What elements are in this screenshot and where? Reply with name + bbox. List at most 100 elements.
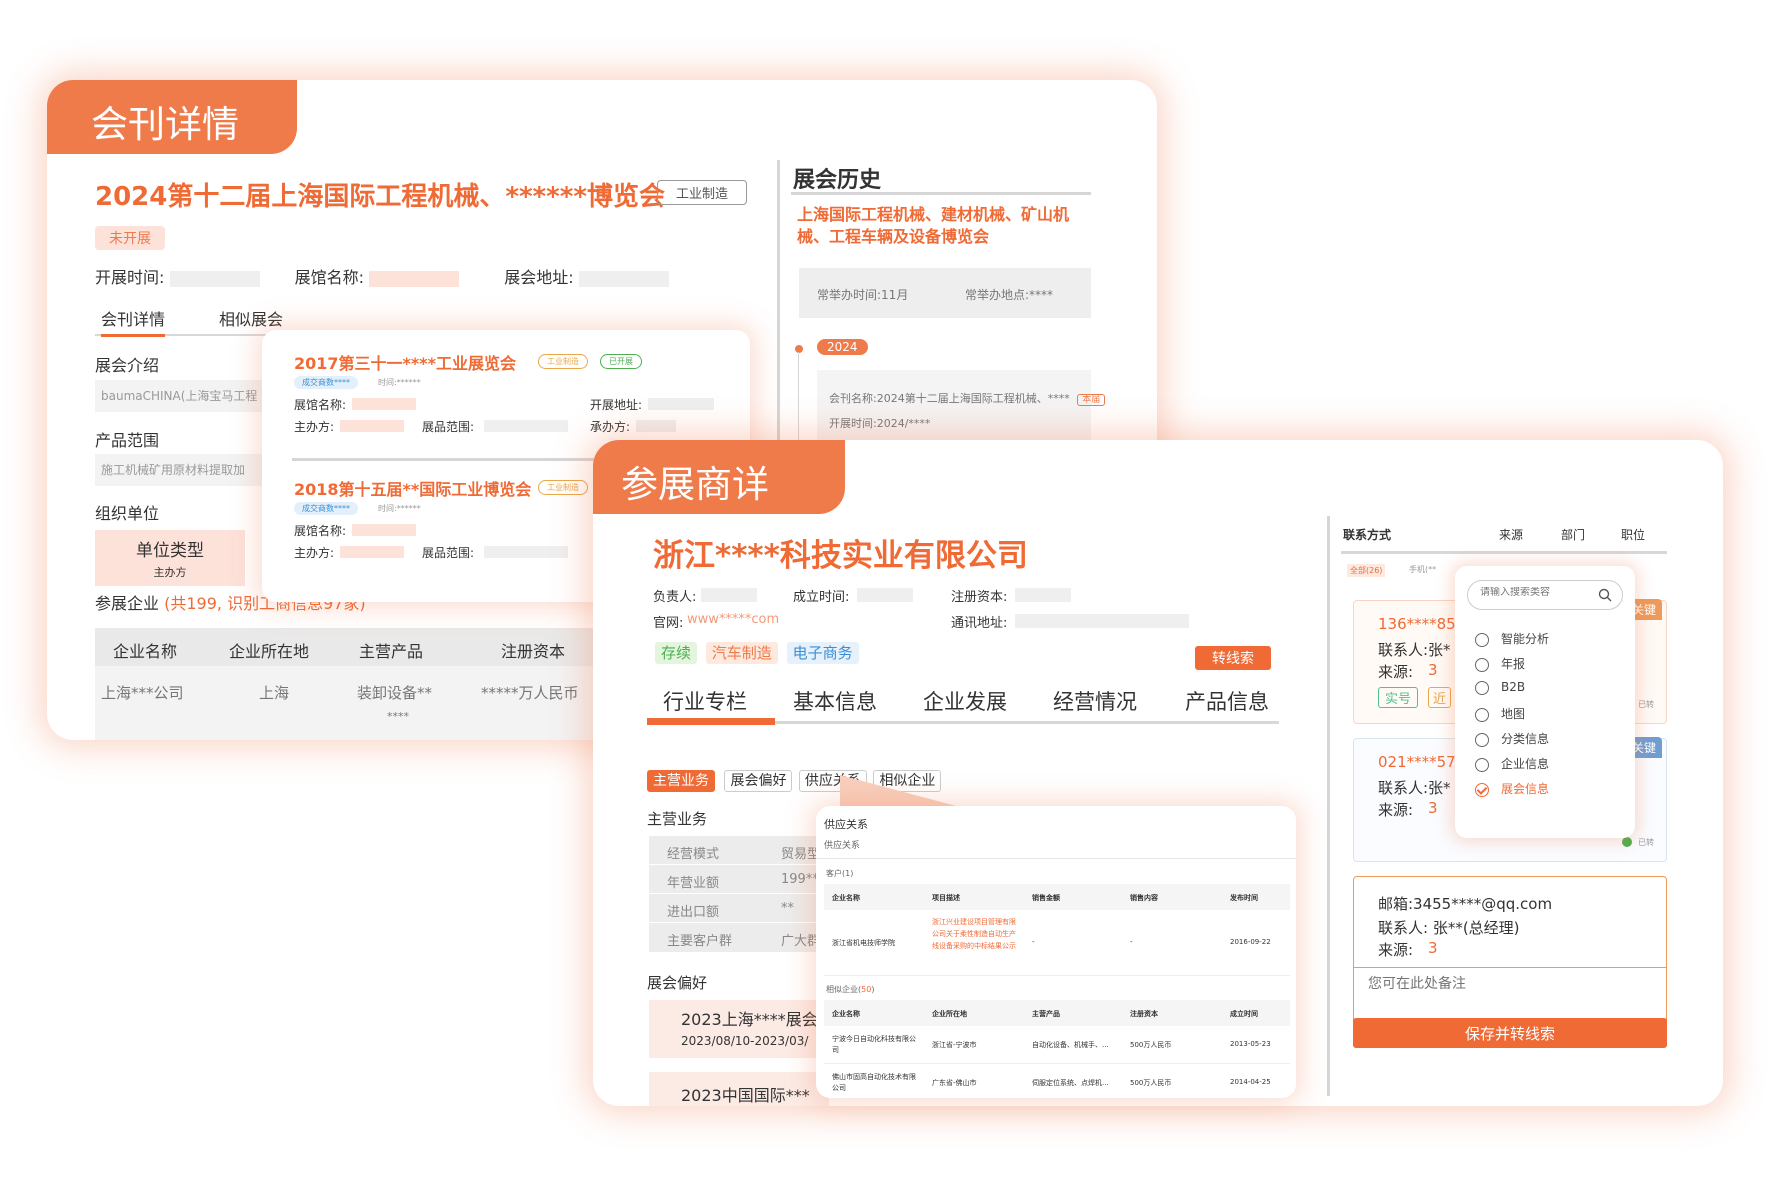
- open-addr-label: 开展地址:: [590, 398, 643, 412]
- field-time-label: 开展时间:: [95, 268, 165, 287]
- similar-expo-title[interactable]: 2018第十五届**国际工业博览会: [294, 476, 531, 500]
- org-type-label: 单位类型: [136, 541, 204, 561]
- radio-icon: [1475, 707, 1489, 722]
- contact-source-count: 3: [1428, 661, 1438, 679]
- email-source-label: 来源:: [1378, 941, 1414, 959]
- scope-label: 展品范围:: [422, 420, 475, 434]
- source-caret: [1513, 558, 1529, 566]
- main-tabs: 行业专栏 基本信息 企业发展 经营情况 产品信息: [647, 674, 1279, 725]
- owner-label: 负责人:: [653, 590, 697, 605]
- dropdown-options: 智能分析 年报 B2B 地图 分类信息 企业信息 展会信息: [1475, 630, 1549, 805]
- field-address-label: 展会地址:: [504, 268, 574, 287]
- venue-value: [352, 398, 416, 410]
- option-map[interactable]: 地图: [1475, 705, 1549, 730]
- subtab-business[interactable]: 主营业务: [647, 770, 715, 792]
- tab-similar-expo[interactable]: 相似展会: [219, 306, 283, 330]
- host-label: 主办方:: [294, 546, 335, 560]
- pref-item[interactable]: 2023上海****展会 2023/08/10-2023/03/: [649, 1000, 829, 1058]
- similar-label: 相似企业(50): [826, 985, 875, 994]
- contact-person: 联系人:张*: [1378, 779, 1451, 797]
- dropdown-search-input[interactable]: [1480, 587, 1590, 598]
- history-expo-name: 上海国际工程机械、建材机械、矿山机械、工程车辆及设备博览会: [797, 205, 1070, 246]
- status-badge: 未开展: [95, 226, 165, 250]
- option-annual-report[interactable]: 年报: [1475, 655, 1549, 680]
- filter-all[interactable]: 全部(26): [1347, 564, 1386, 577]
- convert-lead-button[interactable]: 转线索: [1195, 646, 1271, 670]
- similar-table: 企业名称 企业所在地 主营产品 注册资本 成立时间 宁波今日自动化科技有限公司 …: [824, 1000, 1290, 1098]
- tab-expo-detail[interactable]: 会刊详情: [101, 306, 166, 337]
- col-dept[interactable]: 部门: [1561, 526, 1585, 543]
- converted-status: 已转: [1638, 838, 1654, 847]
- address-value: [1015, 614, 1189, 628]
- save-convert-button[interactable]: 保存并转线索: [1353, 1018, 1667, 1048]
- contacts-divider: [1327, 516, 1330, 1096]
- founded-value: [857, 588, 913, 602]
- cell-location: 上海: [259, 684, 290, 702]
- option-b2b[interactable]: B2B: [1475, 680, 1549, 705]
- company-tags: 存续 汽车制造 电子商务: [655, 642, 859, 664]
- biz-row: 主要客户群 广大群: [649, 923, 829, 952]
- table-row[interactable]: 上海***公司 上海 装卸设备** **** *****万人民币: [95, 666, 635, 740]
- col-source[interactable]: 来源: [1499, 526, 1523, 543]
- tab-industry[interactable]: 行业专栏: [663, 686, 747, 716]
- radio-icon: [1475, 680, 1489, 695]
- supply-title: 供应关系: [824, 818, 868, 831]
- tab-products[interactable]: 产品信息: [1185, 686, 1269, 716]
- col-position[interactable]: 职位: [1621, 526, 1645, 543]
- expo-fields: 开展时间: 展馆名称: 展会地址:: [95, 264, 669, 288]
- table-row[interactable]: 宁波今日自动化科技有限公司 浙江省-宁波市 自动化设备、机械手、... 500万…: [824, 1026, 1290, 1064]
- venue-label: 展馆名称:: [294, 398, 347, 412]
- client-label: 客户(1): [826, 869, 854, 878]
- contact-person: 联系人:张*: [1378, 641, 1451, 659]
- radio-icon: [1475, 632, 1489, 647]
- email-person: 联系人: 张**(总经理): [1378, 919, 1520, 937]
- history-item-name: 会刊名称:2024第十二届上海国际工程机械、**** 本届: [829, 390, 1106, 406]
- tab-basic[interactable]: 基本信息: [793, 686, 877, 716]
- site-link[interactable]: www*****com: [687, 612, 779, 627]
- option-expo-info[interactable]: 展会信息: [1475, 780, 1549, 805]
- org-type-cell: 单位类型 主办方: [95, 530, 245, 586]
- table-header: 企业名称 项目描述 销售金额 销售内容 发布时间: [824, 884, 1290, 910]
- similar-expo-title[interactable]: 2017第三十一****工业展览会: [294, 350, 516, 374]
- venue-value: [352, 524, 416, 536]
- capital-label: 注册资本:: [951, 590, 1008, 605]
- owner-value: [701, 588, 757, 602]
- remark-field[interactable]: [1368, 973, 1652, 1017]
- subtab-preference[interactable]: 展会偏好: [724, 770, 793, 792]
- products-text-value: 施工机械矿用原材料提取加: [101, 463, 246, 477]
- history-item[interactable]: 会刊名称:2024第十二届上海国际工程机械、**** 本届 开展时间:2024/…: [817, 370, 1106, 440]
- pref-item[interactable]: 2023中国国际***: [649, 1072, 829, 1106]
- option-smart-analysis[interactable]: 智能分析: [1475, 630, 1549, 655]
- deal-badge: 成交商数****: [294, 376, 358, 389]
- contact-source-count: 3: [1428, 799, 1438, 817]
- checked-radio-icon: [1475, 782, 1489, 797]
- dropdown-search[interactable]: [1467, 580, 1623, 610]
- usual-place: 常举办地点:****: [965, 288, 1054, 302]
- site-label: 官网:: [653, 616, 684, 631]
- tab-development[interactable]: 企业发展: [923, 686, 1007, 716]
- field-address-value: [578, 270, 669, 287]
- table-row[interactable]: 佛山市固高自动化技术有限公司 广东省-佛山市 伺服定位系统、点焊机... 500…: [824, 1064, 1290, 1098]
- recent-tag: 近: [1428, 687, 1452, 708]
- timeline-dot: [795, 345, 803, 353]
- search-icon[interactable]: [1598, 587, 1612, 602]
- table-header: 企业名称 企业所在地 主营产品 注册资本 成立时间: [824, 1000, 1290, 1026]
- tab-operations[interactable]: 经营情况: [1053, 686, 1137, 716]
- section-org: 组织单位: [95, 504, 160, 523]
- exhibitors-prefix: 参展企业: [95, 594, 160, 613]
- tag-industry: 汽车制造: [705, 642, 778, 664]
- option-category[interactable]: 分类信息: [1475, 730, 1549, 755]
- industry-tag: 工业制造: [657, 180, 748, 205]
- table-row[interactable]: 浙江省机电技师学院 浙江兴业建设项目管理有限公司关于柔性制造自动生产线设备采购的…: [824, 910, 1290, 976]
- biz-row: 经营模式 贸易型: [649, 836, 829, 865]
- expo-title: 2024第十二届上海国际工程机械、******博览会: [95, 182, 665, 212]
- business-table: 经营模式 贸易型 年营业额 199*** 进出口额 ** 主要客户群 广大群: [649, 836, 829, 952]
- pref-title: 2023上海****展会: [681, 1010, 818, 1029]
- usual-time: 常举办时间:11月: [817, 288, 909, 302]
- option-company-info[interactable]: 企业信息: [1475, 755, 1549, 780]
- address-label: 通讯地址:: [951, 616, 1008, 631]
- col-location: 企业所在地: [229, 642, 310, 661]
- radio-icon: [1475, 657, 1489, 672]
- filter-phone[interactable]: 手机(**: [1409, 564, 1436, 575]
- history-underline: [791, 192, 1091, 195]
